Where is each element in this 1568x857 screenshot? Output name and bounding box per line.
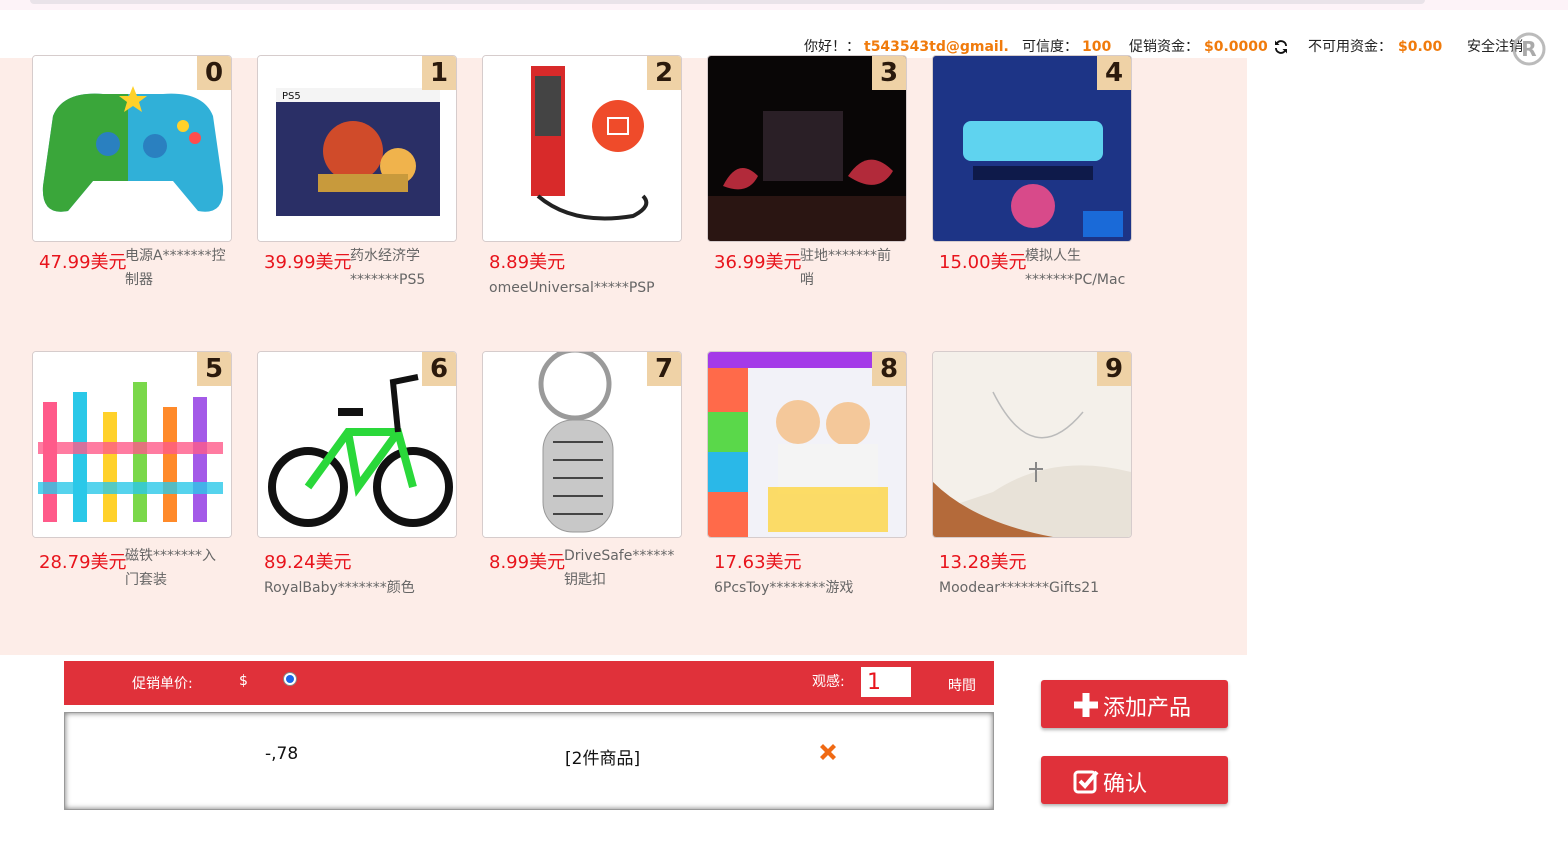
- product-name-3: 驻地*******前 哨: [800, 244, 910, 292]
- confirm-label: 确认: [1103, 772, 1148, 797]
- product-name-5-line-1: 磁铁*******入: [125, 548, 216, 564]
- product-name-5: 磁铁*******入 门套装: [125, 544, 235, 592]
- browser-top-strip: [0, 0, 1568, 10]
- product-name-6: RoyalBaby*******颜色: [264, 580, 415, 596]
- product-name-1: 药水经济学 *******PS5: [350, 244, 460, 292]
- promo-funds-value: $0.0000: [1204, 39, 1268, 55]
- product-name-8: 6PcsToy********游戏: [714, 580, 854, 596]
- views-label: 观感:: [812, 674, 845, 690]
- product-price-7: 8.99美元: [489, 552, 566, 573]
- plus-icon: [1074, 693, 1098, 717]
- product-card-8[interactable]: 8: [707, 351, 907, 538]
- product-name-0-line-1: 电源A*******控: [125, 248, 226, 264]
- product-card-3[interactable]: 3: [707, 55, 907, 242]
- product-index-badge: 9: [1097, 352, 1131, 386]
- product-name-4-line-1: 模拟人生: [1025, 248, 1081, 264]
- currency-radio[interactable]: [283, 672, 297, 686]
- product-price-3: 36.99美元: [714, 252, 802, 273]
- product-index-badge: 7: [647, 352, 681, 386]
- product-card-4[interactable]: 4: [932, 55, 1132, 242]
- currency-label: $: [239, 673, 248, 689]
- product-index-badge: 4: [1097, 56, 1131, 90]
- product-card-0[interactable]: 0: [32, 55, 232, 242]
- product-grid-panel: 0 PS5 1 2 3 4 47.99美元 电源A*******控 制器 39.…: [0, 55, 1247, 655]
- confirm-button[interactable]: 确认: [1041, 756, 1228, 804]
- selected-items-box: -,78 [2件商品]: [64, 712, 994, 810]
- selection-item-count: [2件商品]: [565, 749, 641, 769]
- product-price-9: 13.28美元: [939, 552, 1027, 573]
- product-name-4-line-2: *******PC/Mac: [1025, 272, 1126, 288]
- product-card-9[interactable]: 9: [932, 351, 1132, 538]
- site-logo-icon: R: [1512, 32, 1546, 66]
- product-index-badge: 1: [422, 56, 456, 90]
- product-price-0: 47.99美元: [39, 252, 127, 273]
- product-name-7-line-2: 钥匙扣: [564, 572, 606, 588]
- product-name-3-line-2: 哨: [800, 272, 814, 288]
- svg-text:R: R: [1521, 37, 1536, 61]
- scrollbar-top: [30, 0, 1425, 4]
- product-card-6[interactable]: 6: [257, 351, 457, 538]
- product-price-1: 39.99美元: [264, 252, 352, 273]
- product-name-7-line-1: DriveSafe******: [564, 548, 675, 564]
- product-name-9: Moodear*******Gifts21: [939, 580, 1100, 596]
- product-name-4: 模拟人生 *******PC/Mac: [1025, 244, 1135, 292]
- product-price-8: 17.63美元: [714, 552, 802, 573]
- product-card-2[interactable]: 2: [482, 55, 682, 242]
- product-index-badge: 8: [872, 352, 906, 386]
- checkbox-icon: [1073, 770, 1099, 794]
- product-index-badge: 0: [197, 56, 231, 90]
- quantity-input[interactable]: [861, 667, 911, 697]
- product-name-7: DriveSafe****** 钥匙扣: [564, 544, 680, 592]
- product-name-1-line-2: *******PS5: [350, 272, 426, 288]
- order-settings-bar: 促销单价: $ 观感: 時間: [64, 661, 994, 705]
- refresh-icon[interactable]: [1271, 37, 1291, 57]
- promo-funds-label: 促销资金：: [1129, 39, 1199, 55]
- product-index-badge: 3: [872, 56, 906, 90]
- product-index-badge: 2: [647, 56, 681, 90]
- product-price-5: 28.79美元: [39, 552, 127, 573]
- product-name-0-line-2: 制器: [125, 272, 153, 288]
- product-card-5[interactable]: 5: [32, 351, 232, 538]
- svg-text:PS5: PS5: [282, 91, 301, 102]
- add-product-button[interactable]: 添加产品: [1041, 680, 1228, 728]
- product-name-3-line-1: 驻地*******前: [800, 248, 891, 264]
- selection-value: -,78: [265, 744, 299, 764]
- product-index-badge: 6: [422, 352, 456, 386]
- product-name-1-line-1: 药水经济学: [350, 248, 420, 264]
- product-card-7[interactable]: 7: [482, 351, 682, 538]
- product-price-6: 89.24美元: [264, 552, 352, 573]
- unavailable-funds-label: 不可用资金：: [1308, 39, 1392, 55]
- delete-icon[interactable]: [817, 741, 839, 763]
- product-price-2: 8.89美元: [489, 252, 566, 273]
- product-name-5-line-2: 门套装: [125, 572, 167, 588]
- add-product-label: 添加产品: [1103, 696, 1192, 721]
- product-name-0: 电源A*******控 制器: [125, 244, 235, 292]
- product-name-2: omeeUniversal*****PSP: [489, 280, 655, 296]
- time-label: 時間: [948, 678, 976, 694]
- unit-price-label: 促销单价:: [132, 676, 193, 692]
- unavailable-funds-value: $0.00: [1398, 39, 1443, 55]
- product-price-4: 15.00美元: [939, 252, 1027, 273]
- product-index-badge: 5: [197, 352, 231, 386]
- product-card-1[interactable]: PS5 1: [257, 55, 457, 242]
